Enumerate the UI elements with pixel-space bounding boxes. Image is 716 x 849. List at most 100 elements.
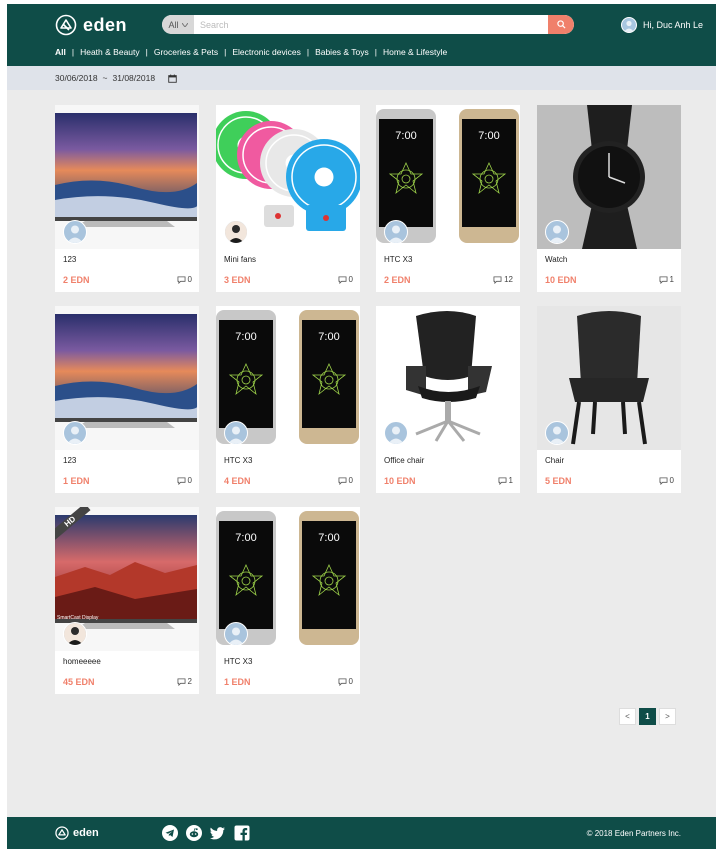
product-card[interactable]: 123 1 EDN 0 — [55, 306, 199, 493]
comment-count[interactable]: 0 — [177, 275, 192, 284]
seller-avatar[interactable] — [384, 220, 408, 244]
seller-avatar[interactable] — [384, 421, 408, 445]
product-title[interactable]: Office chair — [384, 456, 424, 465]
product-card[interactable]: Chair 5 EDN 0 — [537, 306, 681, 493]
footer-brand-name: eden — [73, 827, 99, 839]
product-title[interactable]: homeeeee — [63, 657, 101, 666]
seller-avatar[interactable] — [224, 220, 248, 244]
product-title[interactable]: Mini fans — [224, 255, 256, 264]
comment-count[interactable]: 0 — [338, 476, 353, 485]
comment-count[interactable]: 2 — [177, 677, 192, 686]
seller-avatar[interactable] — [224, 421, 248, 445]
page-frame: eden All Hi, Duc Anh Le All| Heath & Bea… — [7, 4, 716, 849]
comment-icon — [338, 476, 347, 485]
product-price: 4 EDN — [224, 476, 251, 486]
comment-count[interactable]: 1 — [659, 275, 674, 284]
seller-avatar[interactable] — [545, 220, 569, 244]
date-filter-bar: 30/06/2018 ~ 31/08/2018 — [7, 66, 716, 90]
search-bar: All — [162, 15, 574, 34]
comment-count-value: 2 — [187, 677, 192, 686]
comment-icon — [659, 275, 668, 284]
comment-count[interactable]: 0 — [177, 476, 192, 485]
product-title[interactable]: Chair — [545, 456, 564, 465]
reddit-icon[interactable] — [186, 825, 202, 841]
product-card[interactable]: 123 2 EDN 0 — [55, 105, 199, 292]
footer: eden © 2018 Eden Partners Inc. — [7, 817, 716, 849]
comment-icon — [498, 476, 507, 485]
product-card[interactable]: 7:00 7:00 HTC X3 1 EDN 0 — [216, 507, 360, 694]
comment-count[interactable]: 1 — [498, 476, 513, 485]
product-title[interactable]: Watch — [545, 255, 567, 264]
seller-avatar[interactable] — [63, 622, 87, 646]
page-1-button[interactable]: 1 — [639, 708, 656, 725]
eden-logo[interactable]: eden — [55, 14, 127, 36]
twitter-icon[interactable] — [210, 825, 226, 841]
nav-item-electronic-devices[interactable]: Electronic devices — [232, 47, 301, 57]
seller-avatar[interactable] — [63, 220, 87, 244]
user-menu[interactable]: Hi, Duc Anh Le — [621, 17, 703, 33]
next-page-button[interactable]: > — [659, 708, 676, 725]
product-price: 2 EDN — [384, 275, 411, 285]
nav-item-babies-toys[interactable]: Babies & Toys — [315, 47, 369, 57]
search-input[interactable] — [194, 16, 548, 33]
comment-count-value: 0 — [669, 476, 674, 485]
comment-icon — [338, 275, 347, 284]
facebook-icon[interactable] — [234, 825, 250, 841]
comment-count[interactable]: 0 — [659, 476, 674, 485]
product-title[interactable]: HTC X3 — [224, 456, 252, 465]
comment-count-value: 12 — [504, 275, 513, 284]
category-select[interactable]: All — [162, 15, 194, 34]
product-price: 10 EDN — [384, 476, 416, 486]
product-card[interactable]: Mini fans 3 EDN 0 — [216, 105, 360, 292]
brand-name: eden — [83, 14, 128, 35]
nav-item-all[interactable]: All — [55, 47, 66, 57]
footer-logo[interactable]: eden — [55, 826, 99, 840]
seller-avatar[interactable] — [545, 421, 569, 445]
comment-count[interactable]: 0 — [338, 677, 353, 686]
svg-text:7:00: 7:00 — [235, 331, 256, 343]
svg-text:7:00: 7:00 — [318, 331, 339, 343]
pagination: < 1 > — [619, 708, 676, 725]
comment-icon — [177, 275, 186, 284]
product-title[interactable]: 123 — [63, 255, 76, 264]
nav-item-home-lifestyle[interactable]: Home & Lifestyle — [383, 47, 447, 57]
svg-text:7:00: 7:00 — [235, 532, 256, 544]
comment-icon — [177, 476, 186, 485]
seller-avatar[interactable] — [224, 622, 248, 646]
comment-icon — [493, 275, 502, 284]
product-title[interactable]: HTC X3 — [384, 255, 412, 264]
comment-icon — [338, 677, 347, 686]
product-title[interactable]: HTC X3 — [224, 657, 252, 666]
comment-count-value: 0 — [187, 476, 192, 485]
product-price: 2 EDN — [63, 275, 90, 285]
seller-avatar[interactable] — [63, 421, 87, 445]
user-greeting: Hi, Duc Anh Le — [643, 20, 704, 30]
calendar-icon[interactable] — [168, 73, 177, 83]
comment-count-value: 0 — [348, 476, 353, 485]
comment-count-value: 0 — [187, 275, 192, 284]
product-card[interactable]: Office chair 10 EDN 1 — [376, 306, 520, 493]
product-price: 1 EDN — [63, 476, 90, 486]
product-card[interactable]: Watch 10 EDN 1 — [537, 105, 681, 292]
product-price: 10 EDN — [545, 275, 577, 285]
prev-page-button[interactable]: < — [619, 708, 636, 725]
svg-text:7:00: 7:00 — [478, 130, 499, 142]
date-from: 30/06/2018 — [55, 73, 98, 83]
category-value: All — [168, 19, 179, 30]
product-card[interactable]: 7:00 7:00 HTC X3 4 EDN 0 — [216, 306, 360, 493]
telegram-icon[interactable] — [162, 825, 178, 841]
nav-item-health-beauty[interactable]: Heath & Beauty — [80, 47, 140, 57]
date-range[interactable]: 30/06/2018 ~ 31/08/2018 — [55, 73, 177, 83]
search-button[interactable] — [548, 15, 574, 34]
product-card[interactable]: 7:00 7:00 HTC X3 2 EDN 12 — [376, 105, 520, 292]
product-price: 5 EDN — [545, 476, 572, 486]
social-links — [162, 825, 250, 841]
product-card[interactable]: HD SmartCast Display homeeeee 45 EDN 2 — [55, 507, 199, 694]
nav-item-groceries-pets[interactable]: Groceries & Pets — [154, 47, 218, 57]
product-title[interactable]: 123 — [63, 456, 76, 465]
comment-count[interactable]: 0 — [338, 275, 353, 284]
eden-logo-icon — [55, 14, 77, 36]
comment-count[interactable]: 12 — [493, 275, 513, 284]
tv-caption: SmartCast Display — [57, 615, 99, 621]
date-separator: ~ — [102, 73, 108, 83]
